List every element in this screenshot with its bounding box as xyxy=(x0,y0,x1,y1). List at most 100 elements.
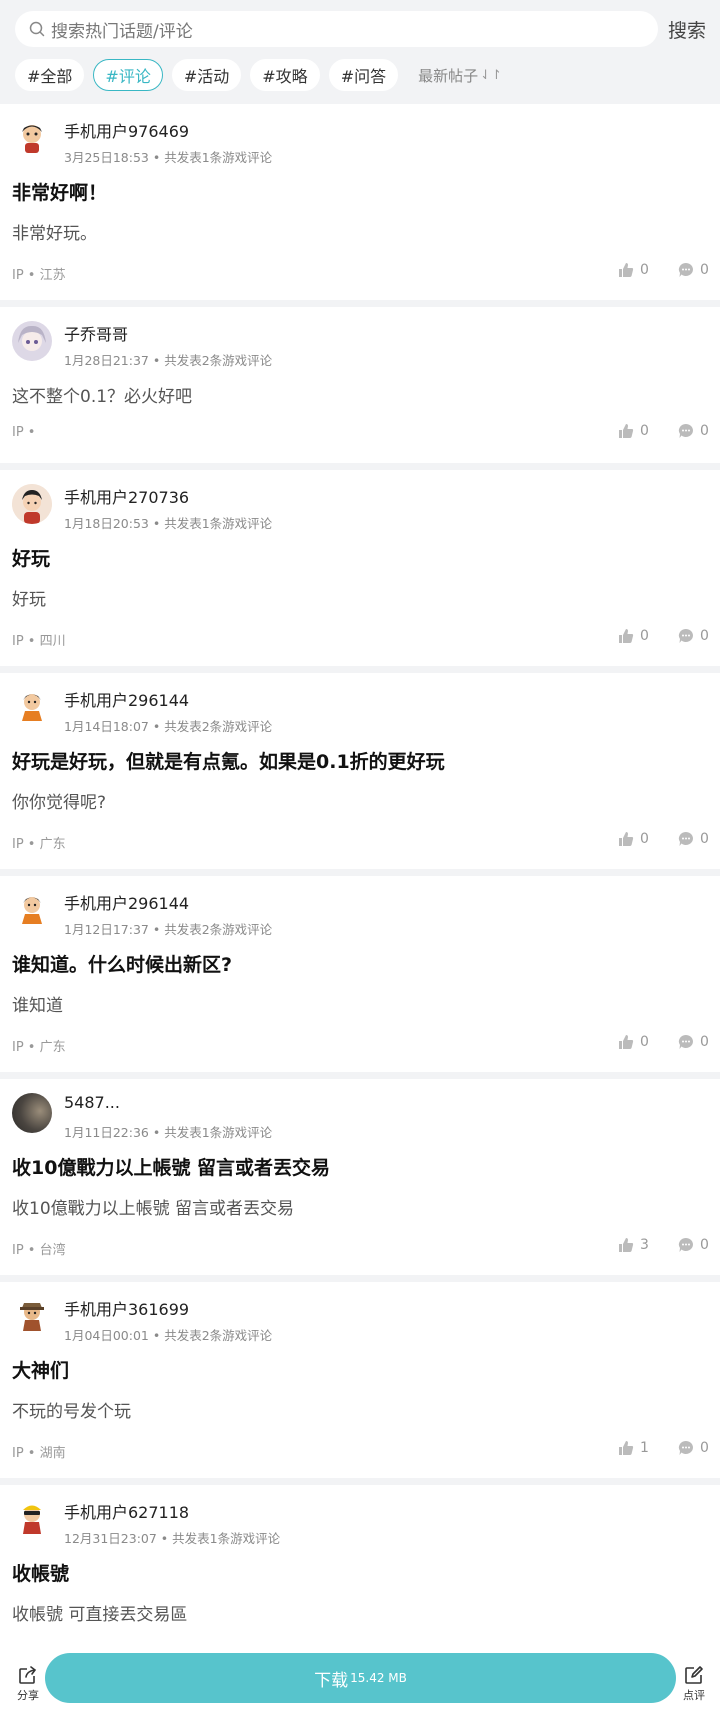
ip-location: IP • 广东 xyxy=(12,1040,66,1055)
avatar[interactable] xyxy=(12,1296,52,1336)
comment-button[interactable]: 0 xyxy=(678,1440,709,1456)
post-title: 好玩是好玩，但就是有点氪。如果是0.1折的更好玩 xyxy=(12,751,445,773)
search-placeholder: 搜索热门话题/评论 xyxy=(51,21,193,42)
thumbs-up-icon xyxy=(619,1238,634,1252)
like-count: 0 xyxy=(640,262,649,278)
avatar[interactable] xyxy=(12,1093,52,1133)
comment-count: 0 xyxy=(700,628,709,644)
thumbs-up-icon xyxy=(619,832,634,846)
comment-button[interactable]: 0 xyxy=(678,1237,709,1253)
comment-button[interactable]: 0 xyxy=(678,262,709,278)
ip-location: IP • 台湾 xyxy=(12,1243,66,1258)
share-icon xyxy=(19,1666,37,1684)
ip-location: IP • xyxy=(12,425,36,440)
comment-button[interactable]: 0 xyxy=(678,831,709,847)
post-body: 非常好玩。 xyxy=(12,224,97,244)
download-size: 15.42 MB xyxy=(350,1671,407,1685)
avatar[interactable] xyxy=(12,321,52,361)
like-button[interactable]: 0 xyxy=(618,628,649,644)
post-title: 好玩 xyxy=(12,548,51,570)
post-meta: 1月18日20:53 • 共发表1条游戏评论 xyxy=(64,516,273,531)
comment-icon xyxy=(678,628,693,643)
post-meta: 1月28日21:37 • 共发表2条游戏评论 xyxy=(64,353,273,368)
like-count: 3 xyxy=(640,1237,649,1253)
bottom-action-bar: 分享 下载 15.42 MB 点评 xyxy=(0,1653,720,1711)
post-title: 谁知道。什么时候出新区? xyxy=(12,954,233,976)
username[interactable]: 手机用户361699 xyxy=(64,1296,189,1320)
post-body: 这不整个0.1？必火好吧 xyxy=(12,387,193,407)
tag-qa[interactable]: #问答 xyxy=(328,59,399,91)
username[interactable]: 5487... xyxy=(64,1093,120,1112)
comment-count: 0 xyxy=(700,1237,709,1253)
like-button[interactable]: 0 xyxy=(618,1034,649,1050)
share-label: 分享 xyxy=(17,1689,39,1702)
download-button[interactable]: 下载 15.42 MB xyxy=(45,1653,676,1703)
post-body: 谁知道 xyxy=(12,996,63,1016)
thumbs-up-icon xyxy=(619,263,634,277)
comment-count: 0 xyxy=(700,831,709,847)
post-meta: 1月12日17:37 • 共发表2条游戏评论 xyxy=(64,922,273,937)
comment-button[interactable]: 0 xyxy=(678,1034,709,1050)
username[interactable]: 手机用户270736 xyxy=(64,484,189,508)
avatar[interactable] xyxy=(12,1499,52,1539)
like-button[interactable]: 1 xyxy=(618,1440,649,1456)
post-title: 收帳號 xyxy=(12,1563,70,1585)
search-button[interactable]: 搜索 xyxy=(668,16,706,43)
share-button[interactable]: 分享 xyxy=(14,1665,42,1703)
tag-activity[interactable]: #活动 xyxy=(171,59,242,91)
comment-icon xyxy=(678,1237,693,1252)
comment-icon xyxy=(678,423,693,438)
sort-dropdown[interactable]: 最新帖子 ⇃↾ xyxy=(418,65,502,86)
post-card[interactable]: 子乔哥哥 1月28日21:37 • 共发表2条游戏评论 这不整个0.1？必火好吧… xyxy=(0,307,720,463)
comment-count: 0 xyxy=(700,423,709,439)
review-button[interactable]: 点评 xyxy=(680,1665,708,1703)
like-count: 1 xyxy=(640,1440,649,1456)
post-card[interactable]: 手机用户976469 3月25日18:53 • 共发表1条游戏评论 非常好啊！ … xyxy=(0,104,720,300)
post-card[interactable]: 手机用户270736 1月18日20:53 • 共发表1条游戏评论 好玩 好玩 … xyxy=(0,470,720,666)
comment-button[interactable]: 0 xyxy=(678,423,709,439)
like-count: 0 xyxy=(640,831,649,847)
thumbs-up-icon xyxy=(619,1441,634,1455)
top-bar: 搜索热门话题/评论 搜索 #全部 #评论 #活动 #攻略 #问答 最新帖子 ⇃↾ xyxy=(0,0,720,104)
post-title: 收10億戰力以上帳號 留言或者丟交易 xyxy=(12,1157,331,1179)
post-meta: 1月04日00:01 • 共发表2条游戏评论 xyxy=(64,1328,273,1343)
sort-label: 最新帖子 xyxy=(418,66,479,85)
thumbs-up-icon xyxy=(619,424,634,438)
like-button[interactable]: 0 xyxy=(618,423,649,439)
comment-button[interactable]: 0 xyxy=(678,628,709,644)
like-count: 0 xyxy=(640,1034,649,1050)
tag-all[interactable]: #全部 xyxy=(15,59,85,91)
like-button[interactable]: 3 xyxy=(618,1237,649,1253)
ip-location: IP • 湖南 xyxy=(12,1446,66,1461)
tag-guide[interactable]: #攻略 xyxy=(250,59,320,91)
username[interactable]: 手机用户627118 xyxy=(64,1499,189,1523)
post-body: 收帳號 可直接丟交易區 xyxy=(12,1605,188,1625)
search-input[interactable]: 搜索热门话题/评论 xyxy=(15,11,658,47)
username[interactable]: 子乔哥哥 xyxy=(64,321,128,345)
like-button[interactable]: 0 xyxy=(618,262,649,278)
post-card[interactable]: 手机用户361699 1月04日00:01 • 共发表2条游戏评论 大神们 不玩… xyxy=(0,1282,720,1478)
ip-location: IP • 江苏 xyxy=(12,268,66,283)
post-card[interactable]: 手机用户296144 1月14日18:07 • 共发表2条游戏评论 好玩是好玩，… xyxy=(0,673,720,869)
username[interactable]: 手机用户296144 xyxy=(64,687,189,711)
edit-icon xyxy=(685,1666,703,1684)
post-body: 好玩 xyxy=(12,590,46,610)
sort-arrows-icon: ⇃↾ xyxy=(480,67,502,83)
username[interactable]: 手机用户296144 xyxy=(64,890,189,914)
comment-icon xyxy=(678,262,693,277)
avatar[interactable] xyxy=(12,687,52,727)
tag-review[interactable]: #评论 xyxy=(93,59,163,91)
review-label: 点评 xyxy=(683,1689,705,1702)
post-card[interactable]: 手机用户296144 1月12日17:37 • 共发表2条游戏评论 谁知道。什么… xyxy=(0,876,720,1072)
search-icon xyxy=(27,19,47,39)
like-button[interactable]: 0 xyxy=(618,831,649,847)
thumbs-up-icon xyxy=(619,629,634,643)
avatar[interactable] xyxy=(12,890,52,930)
username[interactable]: 手机用户976469 xyxy=(64,118,189,142)
avatar[interactable] xyxy=(12,484,52,524)
comment-icon xyxy=(678,1034,693,1049)
post-card[interactable]: 5487... 1月11日22:36 • 共发表1条游戏评论 收10億戰力以上帳… xyxy=(0,1079,720,1275)
avatar[interactable] xyxy=(12,118,52,158)
post-meta: 3月25日18:53 • 共发表1条游戏评论 xyxy=(64,150,273,165)
post-title: 非常好啊！ xyxy=(12,182,108,204)
